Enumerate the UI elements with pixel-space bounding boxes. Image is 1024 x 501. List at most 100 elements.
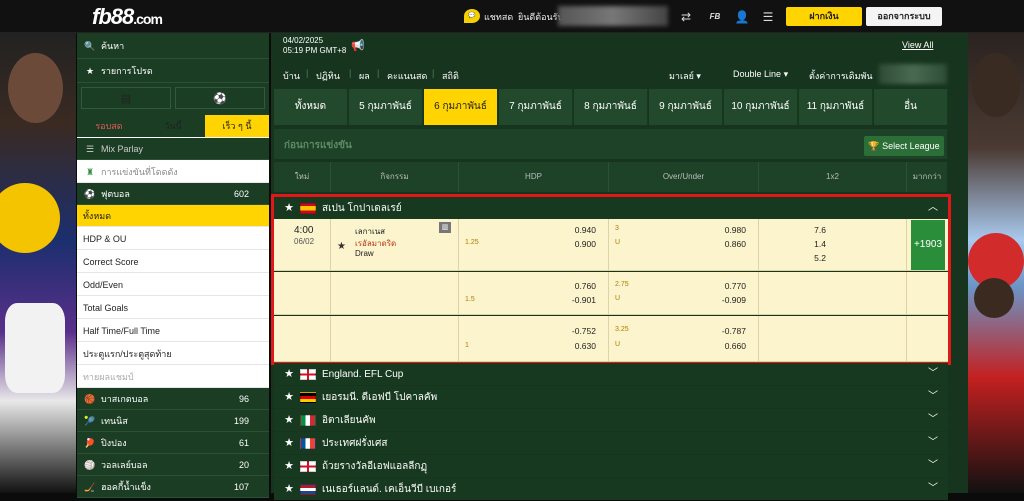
promo-icon[interactable]: FB <box>704 9 726 25</box>
under-odds[interactable]: -0.909 <box>722 295 746 305</box>
sidebar-item-ice-hockey[interactable]: 🏒 ฮอคกี้น้ำแข็ง 107 <box>77 476 269 498</box>
nav-stats[interactable]: สถิติ <box>442 69 459 83</box>
chevron-down-icon[interactable]: ﹀ <box>928 455 938 477</box>
bet-type-htft[interactable]: Half Time/Full Time <box>77 320 269 342</box>
announcement-icon[interactable]: 📢 <box>351 39 365 52</box>
hdp-away-odds[interactable]: 0.900 <box>575 239 596 249</box>
nav-live-score[interactable]: คะแนนสด <box>387 69 427 83</box>
league-row-efl-cup[interactable]: ★ England. EFL Cup ﹀ <box>274 363 948 385</box>
player-image <box>972 53 1020 117</box>
bet-type-all[interactable]: ทั้งหมด <box>77 205 269 227</box>
sidebar-popular[interactable]: ♜ การแข่งขันที่โดดดัง <box>77 161 269 183</box>
chevron-down-icon[interactable]: ﹀ <box>928 432 938 454</box>
league-row-italian-cup[interactable]: ★ อิตาเลียนคัพ ﹀ <box>274 409 948 431</box>
bet-type-total-goals[interactable]: Total Goals <box>77 297 269 319</box>
league-header-copa-del-rey[interactable]: ★ สเปน โกปาเดลเรย์ ︿ <box>274 197 948 219</box>
league-row-dfb-pokal[interactable]: ★ เยอรมนี. ดีเอฟบี โปคาลคัพ ﹀ <box>274 386 948 408</box>
sidebar-item-basketball[interactable]: 🏀 บาสเกตบอล 96 <box>77 388 269 410</box>
sidebar-favorites[interactable]: ★ รายการโปรด <box>77 59 269 83</box>
nav-results[interactable]: ผล <box>359 69 370 83</box>
bet-type-odd-even[interactable]: Odd/Even <box>77 274 269 296</box>
bet-type-outright[interactable]: ทายผลแชมป์ <box>77 366 269 388</box>
bet-type-hdp-ou[interactable]: HDP & OU <box>77 228 269 250</box>
nav-calendar[interactable]: ปฏิทิน <box>316 69 340 83</box>
favorite-star-icon[interactable]: ★ <box>282 197 296 219</box>
favorite-star-icon[interactable]: ★ <box>337 241 346 252</box>
under-label: U <box>615 341 621 348</box>
chevron-down-icon[interactable]: ﹀ <box>928 363 938 385</box>
sidebar-item-table-tennis[interactable]: 🏓 ปิงปอง 61 <box>77 432 269 454</box>
league-row-knvb-beker[interactable]: ★ เนเธอร์แลนด์. เคเอ็นวีบี เบเกอร์ ﹀ <box>274 478 948 500</box>
sidebar-mix-parlay[interactable]: ☰ Mix Parlay <box>77 138 269 160</box>
sports-view-tab[interactable]: ⚽ <box>175 87 265 109</box>
favorite-star-icon[interactable]: ★ <box>282 386 296 408</box>
chevron-down-icon[interactable]: ﹀ <box>928 478 938 500</box>
bet-settings-link[interactable]: ตั้งค่าการเดิมพัน <box>809 69 873 83</box>
day-tab-feb11[interactable]: 11 กุมภาพันธ์ <box>799 89 873 125</box>
account-icon[interactable]: 👤 <box>734 9 750 25</box>
favorite-star-icon[interactable]: ★ <box>282 363 296 385</box>
day-tab-feb9[interactable]: 9 กุมภาพันธ์ <box>649 89 723 125</box>
day-tabs: ทั้งหมด 5 กุมภาพันธ์ 6 กุมภาพันธ์ 7 กุมภ… <box>274 89 948 125</box>
favorite-star-icon[interactable]: ★ <box>282 455 296 477</box>
chevron-down-icon[interactable]: ﹀ <box>928 409 938 431</box>
hdp-away-odds[interactable]: 0.630 <box>575 341 596 351</box>
stats-icon[interactable]: ▥ <box>439 222 451 233</box>
select-league-button[interactable]: 🏆 Select League <box>864 136 944 156</box>
more-markets-button[interactable]: +1903 <box>911 220 945 270</box>
day-tab-feb5[interactable]: 5 กุมภาพันธ์ <box>349 89 423 125</box>
view-all-link[interactable]: View All <box>902 40 933 50</box>
sidebar-search[interactable]: 🔍 ค้นหา <box>77 33 269 59</box>
logo[interactable]: fb88.com <box>92 4 163 30</box>
day-tab-feb8[interactable]: 8 กุมภาพันธ์ <box>574 89 648 125</box>
bet-type-correct-score[interactable]: Correct Score <box>77 251 269 273</box>
under-odds[interactable]: 0.660 <box>725 341 746 351</box>
day-tab-feb10[interactable]: 10 กุมภาพันธ์ <box>724 89 798 125</box>
list-view-tab[interactable]: ▤ <box>81 87 171 109</box>
deposit-button[interactable]: ฝากเงิน <box>786 7 862 26</box>
favorite-star-icon[interactable]: ★ <box>282 478 296 500</box>
under-odds[interactable]: 0.860 <box>725 239 746 249</box>
league-row-france[interactable]: ★ ประเทศฝรั่งเศส ﹀ <box>274 432 948 454</box>
match-row-main: 4:00 06/02 เลกาเนส เรอัลมาดริด Draw ★ ▥ … <box>274 219 948 271</box>
odds-x[interactable]: 1.4 <box>814 239 826 249</box>
1x2-cell <box>758 316 906 362</box>
day-tab-all[interactable]: ทั้งหมด <box>274 89 348 125</box>
odds-format-dropdown[interactable]: มาเลย์ ▾ <box>669 69 701 83</box>
chat-icon[interactable]: 💬 <box>464 9 480 23</box>
hdp-away-odds[interactable]: -0.901 <box>572 295 596 305</box>
sidebar-item-football[interactable]: ⚽ ฟุตบอล 602 <box>77 183 269 205</box>
favorite-star-icon[interactable]: ★ <box>282 409 296 431</box>
england-flag-icon <box>300 368 316 380</box>
favorite-star-icon[interactable]: ★ <box>282 432 296 454</box>
odds-2[interactable]: 5.2 <box>814 253 826 263</box>
bet-type-first-last-goal[interactable]: ประตูแรก/ประตูสุดท้าย <box>77 343 269 365</box>
hdp-home-odds[interactable]: 0.760 <box>575 281 596 291</box>
odds-1[interactable]: 7.6 <box>814 225 826 235</box>
odds-type-dropdown[interactable]: Double Line ▾ <box>733 69 788 80</box>
list-icon: ☰ <box>85 144 95 154</box>
hdp-home-odds[interactable]: -0.752 <box>572 326 596 336</box>
day-tab-other[interactable]: อื่น <box>874 89 948 125</box>
tab-live[interactable]: รอบสด <box>77 115 141 137</box>
nav-home[interactable]: บ้าน <box>283 69 300 83</box>
sidebar-item-volleyball[interactable]: 🏐 วอลเลย์บอล 20 <box>77 454 269 476</box>
bet-list-icon[interactable]: ☰ <box>760 9 776 25</box>
ice-hockey-count: 107 <box>233 482 249 492</box>
sidebar-item-tennis[interactable]: 🎾 เทนนิส 199 <box>77 410 269 432</box>
tab-upcoming[interactable]: เร็ว ๆ นี้ <box>205 115 269 137</box>
league-row-efl-trophy[interactable]: ★ ถ้วยรางวัลอีเอฟแอลลีกฏุ ﹀ <box>274 455 948 477</box>
transfer-icon[interactable]: ⇄ <box>678 9 694 25</box>
over-odds[interactable]: -0.787 <box>722 326 746 336</box>
hdp-home-odds[interactable]: 0.940 <box>575 225 596 235</box>
day-tab-feb7[interactable]: 7 กุมภาพันธ์ <box>499 89 573 125</box>
over-odds[interactable]: 0.770 <box>725 281 746 291</box>
chevron-down-icon[interactable]: ﹀ <box>928 386 938 408</box>
over-odds[interactable]: 0.980 <box>725 225 746 235</box>
logout-button[interactable]: ออกจากระบบ <box>866 7 942 26</box>
live-chat-link[interactable]: แชทสด <box>484 10 513 24</box>
day-tab-feb6[interactable]: 6 กุมภาพันธ์ <box>424 89 498 125</box>
tab-today[interactable]: วันนี้ <box>141 115 205 137</box>
chevron-up-icon[interactable]: ︿ <box>928 197 938 219</box>
col-new: ใหม่ <box>294 172 310 181</box>
